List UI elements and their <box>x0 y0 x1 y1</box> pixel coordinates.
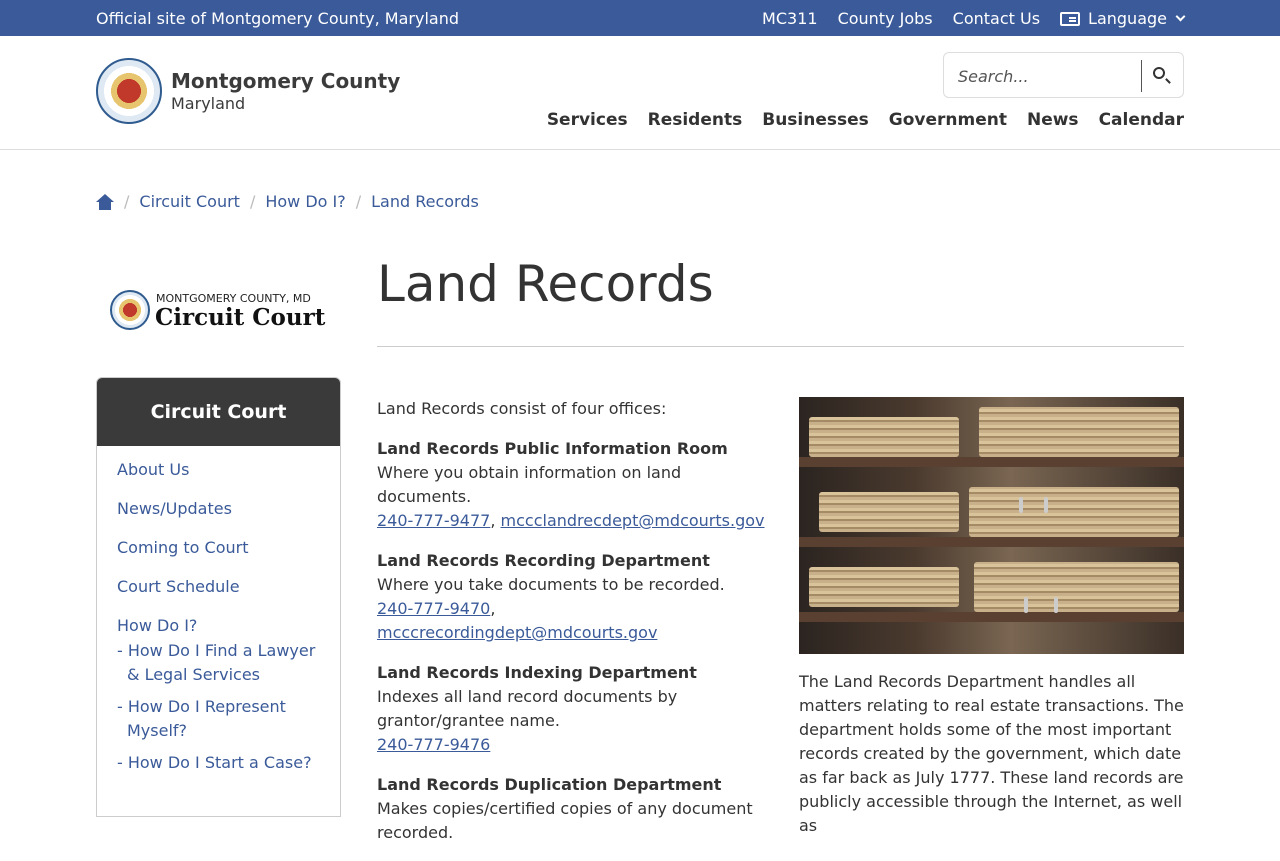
nav-news[interactable]: News <box>1027 110 1079 130</box>
sidenav-subitem-start-case[interactable]: - How Do I Start a Case? <box>117 751 320 775</box>
section-sidenav: Circuit Court About Us News/Updates Comi… <box>96 377 341 817</box>
photo-clip <box>1024 597 1028 613</box>
language-icon <box>1060 11 1081 26</box>
breadcrumb-separator: / <box>355 192 362 211</box>
title-divider <box>377 346 1184 347</box>
nav-calendar[interactable]: Calendar <box>1099 110 1184 130</box>
main-nav: Services Residents Businesses Government… <box>547 110 1184 130</box>
search-box <box>943 52 1184 98</box>
photo-clip <box>1019 497 1023 513</box>
land-records-photo <box>799 397 1184 654</box>
office-desc: Indexes all land record documents by gra… <box>377 687 678 730</box>
sidenav-subitem-find-lawyer[interactable]: - How Do I Find a Lawyer & Legal Service… <box>117 639 320 687</box>
utility-bar: Official site of Montgomery County, Mary… <box>0 0 1280 36</box>
office-email-link[interactable]: mcccrecordingdept@mdcourts.gov <box>377 623 657 642</box>
photo-clip <box>1044 497 1048 513</box>
nav-residents[interactable]: Residents <box>648 110 743 130</box>
breadcrumb: / Circuit Court / How Do I? / Land Recor… <box>96 192 479 211</box>
court-seal-icon <box>110 290 150 330</box>
photo-shelf <box>799 457 1184 467</box>
photo-clip <box>1054 597 1058 613</box>
office-recording: Land Records Recording Department Where … <box>377 549 777 645</box>
sidenav-item-news-updates[interactable]: News/Updates <box>117 499 320 518</box>
sidenav-item-coming-to-court[interactable]: Coming to Court <box>117 538 320 557</box>
search-divider <box>1141 60 1142 92</box>
search-icon <box>1153 67 1165 79</box>
nav-government[interactable]: Government <box>889 110 1007 130</box>
office-phone-link[interactable]: 240-777-9476 <box>377 735 490 754</box>
office-indexing: Land Records Indexing Department Indexes… <box>377 661 777 757</box>
photo-file-stack <box>979 407 1179 457</box>
court-logo-name: Circuit Court <box>155 304 326 331</box>
county-jobs-link[interactable]: County Jobs <box>838 9 933 28</box>
photo-file-stack <box>969 487 1179 537</box>
office-desc: Makes copies/certified copies of any doc… <box>377 799 753 842</box>
office-name: Land Records Recording Department <box>377 551 710 570</box>
office-name: Land Records Public Information Room <box>377 439 728 458</box>
site-header: Montgomery County Maryland Services Resi… <box>0 36 1280 150</box>
photo-file-stack <box>819 492 959 532</box>
intro-text: Land Records consist of four offices: <box>377 399 667 418</box>
office-info-room: Land Records Public Information Room Whe… <box>377 437 777 533</box>
photo-file-stack <box>809 417 959 457</box>
office-phone-link[interactable]: 240-777-9470 <box>377 599 490 618</box>
nav-services[interactable]: Services <box>547 110 628 130</box>
photo-shelf <box>799 537 1184 547</box>
home-icon[interactable] <box>96 193 114 210</box>
breadcrumb-how-do-i[interactable]: How Do I? <box>265 192 345 211</box>
circuit-court-logo[interactable]: MONTGOMERY COUNTY, MD Circuit Court <box>110 290 325 332</box>
photo-file-stack <box>974 562 1179 612</box>
office-name: Land Records Indexing Department <box>377 663 697 682</box>
breadcrumb-land-records[interactable]: Land Records <box>371 192 479 211</box>
language-selector[interactable]: Language <box>1060 9 1186 28</box>
search-input[interactable] <box>958 64 1138 88</box>
office-desc: Where you take documents to be recorded. <box>377 575 725 594</box>
office-duplication: Land Records Duplication Department Make… <box>377 773 777 845</box>
sidenav-heading[interactable]: Circuit Court <box>97 378 340 446</box>
brand-name[interactable]: Montgomery County <box>171 69 400 93</box>
page-title: Land Records <box>377 255 714 313</box>
department-description: The Land Records Department handles all … <box>799 672 1184 835</box>
brand-subtitle[interactable]: Maryland <box>171 94 245 113</box>
chevron-down-icon <box>1175 11 1186 22</box>
sidenav-item-how-do-i[interactable]: How Do I? <box>117 616 320 635</box>
office-name: Land Records Duplication Department <box>377 775 722 794</box>
sidenav-item-court-schedule[interactable]: Court Schedule <box>117 577 320 596</box>
nav-businesses[interactable]: Businesses <box>762 110 869 130</box>
utility-links: MC311 County Jobs Contact Us Language <box>762 9 1186 28</box>
office-desc: Where you obtain information on land doc… <box>377 463 682 506</box>
search-button[interactable] <box>1148 63 1174 89</box>
breadcrumb-circuit-court[interactable]: Circuit Court <box>139 192 240 211</box>
official-site-text: Official site of Montgomery County, Mary… <box>96 9 460 28</box>
language-label: Language <box>1088 9 1167 28</box>
breadcrumb-separator: / <box>249 192 256 211</box>
photo-file-stack <box>809 567 959 607</box>
office-phone-link[interactable]: 240-777-9477 <box>377 511 490 530</box>
office-email-link[interactable]: mccclandrecdept@mdcourts.gov <box>501 511 765 530</box>
contact-us-link[interactable]: Contact Us <box>953 9 1040 28</box>
mc311-link[interactable]: MC311 <box>762 9 818 28</box>
sidenav-item-about-us[interactable]: About Us <box>117 460 320 479</box>
breadcrumb-separator: / <box>124 192 130 211</box>
main-content: Land Records consist of four offices: La… <box>377 397 777 861</box>
photo-shelf <box>799 612 1184 622</box>
sidenav-subitem-represent-myself[interactable]: - How Do I Represent Myself? <box>117 695 320 743</box>
county-seal-logo[interactable] <box>96 58 162 124</box>
